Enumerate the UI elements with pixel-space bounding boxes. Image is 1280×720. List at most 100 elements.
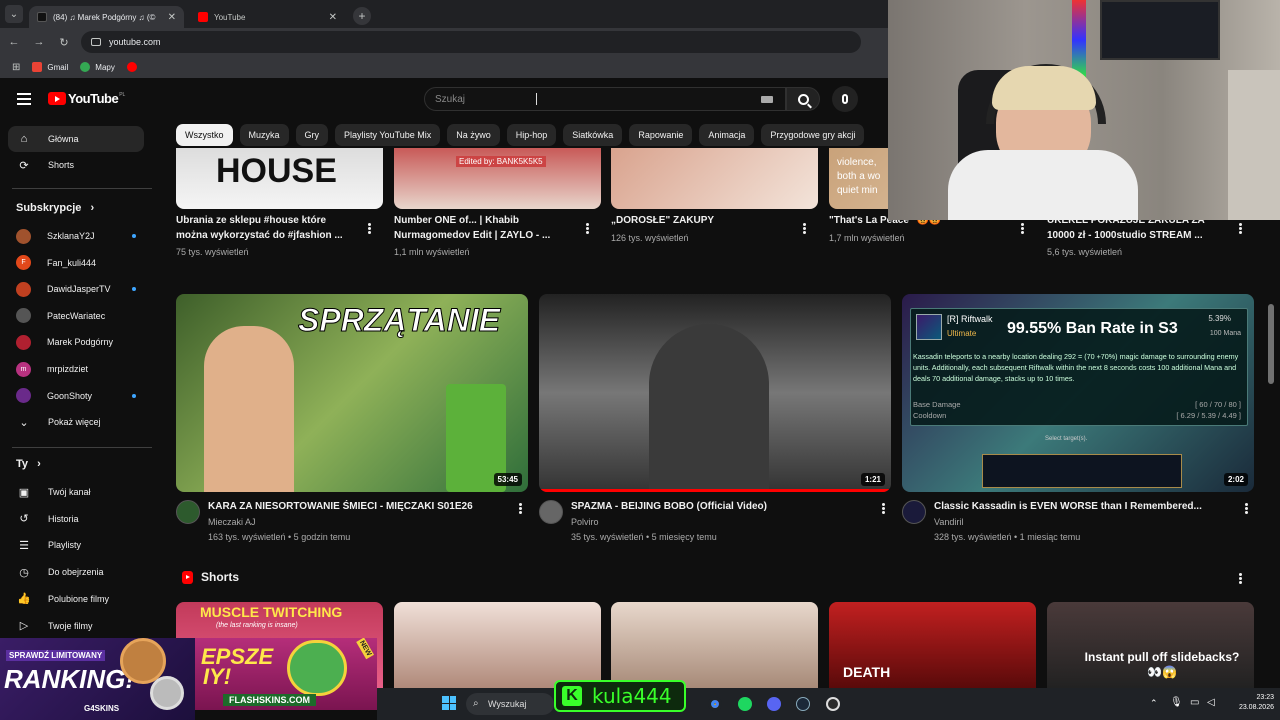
sidebar-item-subscription[interactable]: Marek Podgórny — [8, 329, 144, 355]
sidebar-item-you[interactable]: ▷ Twoje filmy — [8, 613, 144, 639]
bookmark-maps[interactable]: Mapy — [80, 62, 115, 72]
channel-avatar[interactable] — [902, 500, 926, 524]
filter-chip[interactable]: Rapowanie — [629, 124, 693, 146]
sidebar-item-subscription[interactable]: PatecWariatec — [8, 303, 144, 329]
sidebar-item-subscription[interactable]: SzklanaY2J — [8, 223, 144, 249]
tab-search-button[interactable]: ⌄ — [5, 5, 23, 23]
short-thumbnail[interactable] — [611, 602, 818, 688]
video-thumbnail[interactable]: SPRZĄTANIE 53:45 — [176, 294, 528, 492]
video-title-line2[interactable]: 10000 zł - 1000studio STREAM ... — [1047, 229, 1232, 243]
sidebar-item-subscription[interactable]: DawidJasperTV — [8, 276, 144, 302]
page-scrollbar[interactable] — [1268, 304, 1274, 384]
short-thumbnail[interactable]: DEATH — [829, 602, 1036, 688]
search-input[interactable]: Szukaj — [424, 87, 786, 111]
spotify-icon[interactable] — [738, 697, 752, 711]
close-tab-icon[interactable]: ✕ — [329, 12, 337, 23]
video-title[interactable]: SPAZMA - BEIJING BOBO (Official Video) — [571, 500, 871, 514]
sidebar-item-subscription[interactable]: GoonShoty — [8, 383, 144, 409]
sidebar-item-home[interactable]: ⌂ Główna — [8, 126, 144, 152]
short-thumbnail[interactable] — [394, 602, 601, 688]
video-stats: 1,1 mln wyświetleń — [394, 247, 470, 257]
channel-avatar[interactable] — [539, 500, 563, 524]
channel-name[interactable]: Vandiril — [934, 517, 963, 527]
sidebar-item-you[interactable]: ☰ Playlisty — [8, 532, 144, 558]
chevron-up-icon[interactable]: ⌃ — [1150, 698, 1158, 709]
search-button[interactable] — [786, 87, 820, 111]
video-title[interactable]: Ubrania ze sklepu #house które — [176, 214, 361, 228]
promo-line2: RANKING! — [4, 664, 134, 694]
network-icon[interactable]: ▭ — [1190, 697, 1199, 708]
video-title[interactable]: Number ONE of... | Khabib — [394, 214, 579, 228]
more-actions-icon[interactable] — [1245, 503, 1248, 514]
channel-name[interactable]: Polviro — [571, 517, 599, 527]
you-heading[interactable]: Ty › — [16, 458, 41, 470]
filter-chip[interactable]: Gry — [295, 124, 329, 146]
filter-chip[interactable]: Muzyka — [239, 124, 289, 146]
more-actions-icon[interactable] — [1021, 223, 1024, 234]
filter-chip[interactable]: Hip-hop — [506, 124, 557, 146]
windows-start-icon[interactable] — [442, 696, 456, 710]
more-actions-icon[interactable] — [1239, 223, 1242, 234]
video-title[interactable]: „DOROSŁE" ZAKUPY — [611, 214, 796, 228]
voice-search-button[interactable] — [832, 86, 858, 112]
video-title-line2[interactable]: Nurmagomedov Edit | ZAYLO - ... — [394, 229, 579, 243]
more-actions-icon[interactable] — [368, 223, 371, 234]
sidebar-item-label: Marek Podgórny — [47, 337, 114, 348]
video-title[interactable]: KARA ZA NIESORTOWANIE ŚMIECI - MIĘCZAKI … — [208, 500, 508, 514]
discord-icon[interactable] — [767, 697, 781, 711]
steam-icon[interactable] — [796, 697, 810, 711]
filter-chip[interactable]: Wszystko — [176, 124, 233, 146]
tab-youtube[interactable]: YouTube ✕ — [190, 6, 345, 28]
sidebar-item-you[interactable]: ◷ Do obejrzenia — [8, 559, 144, 585]
sidebar-item-subscription[interactable]: m mrpizdziet — [8, 356, 144, 382]
sidebar-item-you[interactable]: ▣ Twój kanał — [8, 479, 144, 505]
more-actions-icon[interactable] — [519, 503, 522, 514]
video-thumbnail[interactable]: 1:21 — [539, 294, 891, 492]
taskbar-search[interactable]: ⌕ Wyszukaj — [466, 693, 554, 715]
video-thumbnail[interactable]: HOUSE — [176, 148, 383, 209]
back-icon[interactable]: ← — [3, 36, 25, 48]
menu-icon[interactable] — [17, 93, 31, 105]
tab-marek[interactable]: (84) ♫ Marek Podgórny ♫ (© ✕ — [29, 6, 184, 28]
volume-icon[interactable]: ◁ — [1207, 697, 1215, 708]
mic-tray-icon[interactable]: 🎙 — [1170, 697, 1183, 708]
filter-chip[interactable]: Przygodowe gry akcji — [761, 124, 865, 146]
bookmark-youtube[interactable] — [126, 62, 142, 72]
shorts-more-icon[interactable] — [1239, 573, 1242, 584]
filter-chip[interactable]: Siatkówka — [563, 124, 623, 146]
sidebar-item-subscription[interactable]: F Fan_kuli444 — [8, 250, 144, 276]
filter-chip[interactable]: Na żywo — [447, 124, 500, 146]
sidebar-item-you[interactable]: ↺ Historia — [8, 506, 144, 532]
video-title-line2[interactable]: można wykorzystać do #jfashion ... — [176, 229, 361, 243]
filter-chip[interactable]: Playlisty YouTube Mix — [335, 124, 441, 146]
close-tab-icon[interactable]: ✕ — [168, 12, 176, 23]
address-bar[interactable]: youtube.com — [81, 31, 861, 53]
more-actions-icon[interactable] — [882, 503, 885, 514]
sidebar-item-you[interactable]: 👍 Polubione filmy — [8, 586, 144, 612]
reload-icon[interactable]: ↻ — [53, 36, 75, 49]
forward-icon[interactable]: → — [28, 36, 50, 48]
channel-avatar[interactable] — [176, 500, 200, 524]
video-title[interactable]: Classic Kassadin is EVEN WORSE than I Re… — [934, 500, 1234, 514]
site-info-icon[interactable] — [91, 38, 101, 46]
filter-chip[interactable]: Animacja — [699, 124, 755, 146]
more-actions-icon[interactable] — [586, 223, 589, 234]
sidebar-item-shorts[interactable]: ⟳ Shorts — [8, 152, 144, 178]
short-thumbnail[interactable]: Instant pull off slidebacks? 👀😱 — [1047, 602, 1254, 688]
logo-country: PL — [119, 91, 126, 98]
video-thumbnail[interactable] — [611, 148, 818, 209]
taskbar-clock[interactable]: 23:23 23.08.2026 — [1224, 693, 1274, 713]
video-thumbnail[interactable]: Edited by: BANK5K5K5 — [394, 148, 601, 209]
bookmark-gmail[interactable]: Gmail — [32, 62, 68, 72]
sidebar-item-subscription[interactable]: ⌄ Pokaż więcej — [8, 409, 144, 435]
youtube-favicon-icon — [198, 12, 208, 22]
apps-icon[interactable]: ⊞ — [12, 62, 20, 73]
more-actions-icon[interactable] — [803, 223, 806, 234]
new-tab-button[interactable]: + — [353, 7, 371, 25]
subscriptions-heading[interactable]: Subskrypcje › — [16, 202, 94, 214]
obs-icon[interactable] — [826, 697, 840, 711]
channel-name[interactable]: Mieczaki AJ — [208, 517, 256, 527]
keyboard-icon[interactable] — [761, 96, 773, 103]
chrome-icon[interactable] — [708, 697, 722, 711]
youtube-logo[interactable]: YouTube PL — [48, 91, 125, 106]
